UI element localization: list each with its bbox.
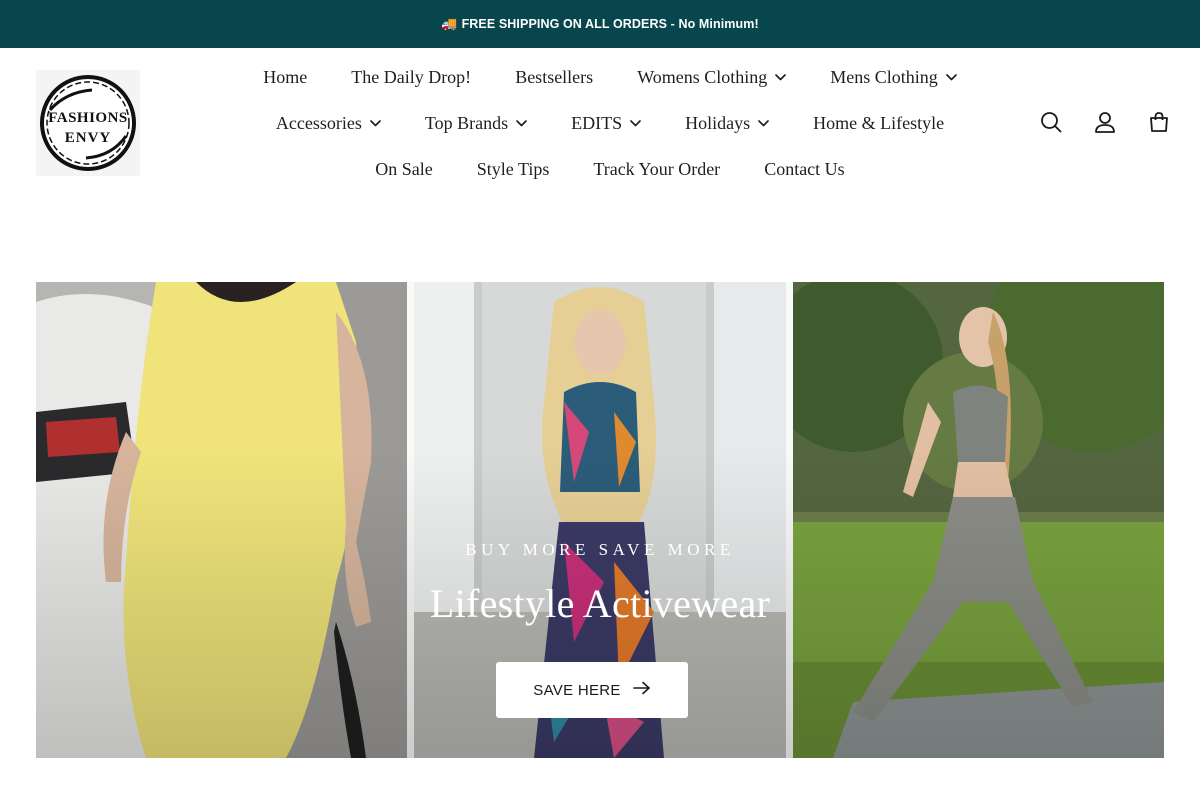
nav-item-on-sale[interactable]: On Sale xyxy=(375,159,433,180)
nav-item-edits[interactable]: EDITS xyxy=(571,113,641,134)
cart-icon[interactable] xyxy=(1146,108,1172,136)
nav-item-label: Mens Clothing xyxy=(830,66,938,87)
chevron-down-icon xyxy=(630,119,641,127)
nav-item-home[interactable]: Home xyxy=(263,67,307,88)
nav-item-label: On Sale xyxy=(375,158,433,179)
nav-row-1: Home The Daily Drop! Bestsellers Womens Clo… xyxy=(200,54,1020,100)
svg-text:ENVY: ENVY xyxy=(65,130,112,146)
header-icons xyxy=(1038,108,1172,136)
nav-item-holidays[interactable]: Holidays xyxy=(685,113,769,134)
truck-icon: 🚚 xyxy=(441,16,458,31)
nav-row-3: On Sale Style Tips Track Your Order Contact… xyxy=(200,146,1020,192)
nav-item-label: Accessories xyxy=(275,112,362,133)
announcement-bar: 🚚 FREE SHIPPING ON ALL ORDERS - No Minim… xyxy=(0,0,1200,48)
nav-item-track-your-order[interactable]: Track Your Order xyxy=(593,159,720,180)
nav-item-top-brands[interactable]: Top Brands xyxy=(425,113,527,134)
chevron-down-icon xyxy=(516,119,527,127)
nav-item-label: EDITS xyxy=(571,112,623,133)
save-here-button[interactable]: SAVE HERE xyxy=(496,662,688,718)
nav-item-label: Style Tips xyxy=(476,158,550,179)
nav-item-label: Home xyxy=(263,66,308,87)
main-navigation: Home The Daily Drop! Bestsellers Womens Clo… xyxy=(200,54,1020,192)
search-icon[interactable] xyxy=(1038,108,1064,136)
nav-item-home-and-lifestyle[interactable]: Home & Lifestyle xyxy=(813,113,944,134)
nav-item-womens-clothing[interactable]: Womens Clothing xyxy=(637,66,787,88)
nav-item-label: The Daily Drop! xyxy=(351,66,472,87)
hero-text-block: BUY MORE SAVE MORE Lifestyle Activewear xyxy=(36,540,1164,627)
nav-item-label: Bestsellers xyxy=(515,66,594,87)
nav-item-label: Womens Clothing xyxy=(637,66,768,87)
nav-item-accessories[interactable]: Accessories xyxy=(276,113,381,134)
chevron-down-icon xyxy=(945,73,957,81)
account-icon[interactable] xyxy=(1092,108,1118,136)
nav-item-label: Contact Us xyxy=(764,158,845,179)
announcement-text: FREE SHIPPING ON ALL ORDERS - No Minimum… xyxy=(461,17,759,31)
nav-item-label: Top Brands xyxy=(424,112,509,133)
chevron-down-icon xyxy=(758,119,769,127)
brand-logo[interactable]: FASHIONS ENVY xyxy=(36,70,140,176)
hero-subheading: BUY MORE SAVE MORE xyxy=(465,540,735,559)
chevron-down-icon xyxy=(775,73,787,81)
nav-item-label: Holidays xyxy=(685,112,751,133)
arrow-right-icon xyxy=(632,681,651,699)
nav-item-mens-clothing[interactable]: Mens Clothing xyxy=(830,67,957,88)
nav-item-the-daily-drop[interactable]: The Daily Drop! xyxy=(351,67,471,88)
nav-item-bestsellers[interactable]: Bestsellers xyxy=(515,67,593,88)
hero-banner: BUY MORE SAVE MORE Lifestyle Activewear … xyxy=(36,282,1164,758)
logo-mark: FASHIONS ENVY xyxy=(36,70,140,176)
nav-item-label: Home & Lifestyle xyxy=(813,112,945,133)
hero-title: Lifestyle Activewear xyxy=(429,581,771,626)
save-here-label: SAVE HERE xyxy=(533,681,621,699)
nav-row-2: Accessories Top Brands EDITS Holidays Home &… xyxy=(200,100,1020,146)
nav-item-style-tips[interactable]: Style Tips xyxy=(477,159,550,180)
nav-item-label: Track Your Order xyxy=(593,158,721,179)
svg-text:FASHIONS: FASHIONS xyxy=(48,110,128,126)
nav-item-contact-us[interactable]: Contact Us xyxy=(764,159,845,180)
chevron-down-icon xyxy=(370,119,381,127)
